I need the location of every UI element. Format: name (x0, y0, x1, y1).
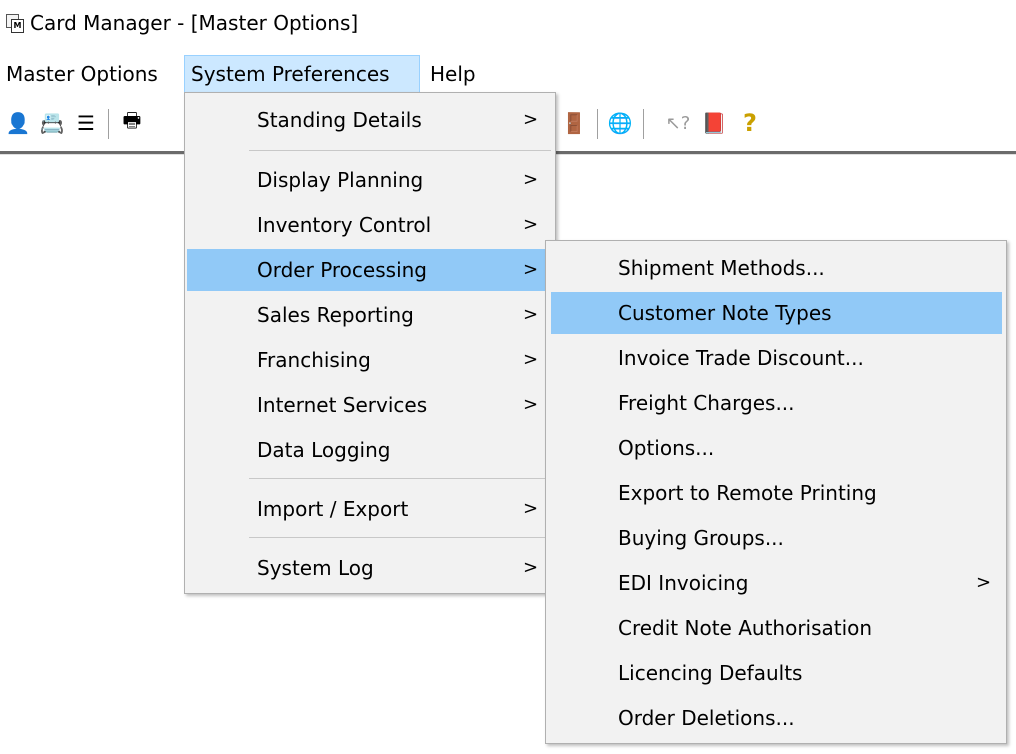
exit-door-icon[interactable]: 🚪 (560, 106, 588, 140)
menu-item-buying-groups[interactable]: Buying Groups... (548, 517, 1004, 559)
menu-item-standing-details[interactable]: Standing Details > (187, 99, 553, 141)
menu-item-data-logging[interactable]: Data Logging (187, 429, 553, 471)
system-preferences-menu: Standing Details > Display Planning > In… (184, 92, 556, 594)
toolbar-separator (108, 109, 112, 139)
chevron-right-icon: > (523, 498, 539, 519)
window-title: Card Manager - [Master Options] (30, 11, 359, 35)
context-help-icon[interactable]: ↖? (660, 106, 696, 140)
menu-item-licencing-defaults[interactable]: Licencing Defaults (548, 652, 1004, 694)
chevron-right-icon: > (523, 214, 539, 235)
toolbar-separator (643, 109, 647, 139)
menu-separator (249, 478, 551, 479)
menu-system-preferences[interactable]: System Preferences (184, 55, 420, 93)
title-bar: M Card Manager - [Master Options] (0, 0, 1016, 46)
menu-item-edi-invoicing[interactable]: EDI Invoicing > (548, 562, 1004, 604)
menu-item-inventory-control[interactable]: Inventory Control > (187, 204, 553, 246)
menu-item-import-export[interactable]: Import / Export > (187, 488, 553, 530)
menu-item-internet-services[interactable]: Internet Services > (187, 384, 553, 426)
menu-item-freight-charges[interactable]: Freight Charges... (548, 382, 1004, 424)
order-processing-submenu: Shipment Methods... Customer Note Types … (545, 240, 1007, 744)
menu-item-order-processing[interactable]: Order Processing > (187, 249, 547, 291)
help-book-icon[interactable]: 📕 (700, 106, 728, 140)
menu-item-customer-note-types[interactable]: Customer Note Types (551, 292, 1002, 334)
menu-master-options[interactable]: Master Options (0, 55, 164, 93)
menu-item-export-to-remote-printing[interactable]: Export to Remote Printing (548, 472, 1004, 514)
menu-item-options[interactable]: Options... (548, 427, 1004, 469)
chevron-right-icon: > (523, 557, 539, 578)
menu-item-display-planning[interactable]: Display Planning > (187, 159, 553, 201)
card-manager-app-icon: M (6, 14, 24, 33)
chevron-right-icon: > (523, 349, 539, 370)
chevron-right-icon: > (523, 304, 539, 325)
menu-bar: Master Options System Preferences Help (0, 55, 1016, 93)
chevron-right-icon: > (523, 109, 539, 130)
toolbar-separator (597, 109, 601, 139)
menu-help[interactable]: Help (424, 55, 482, 93)
globe-icon[interactable]: 🌐 (606, 106, 634, 140)
question-icon[interactable]: ? (736, 106, 764, 140)
menu-item-sales-reporting[interactable]: Sales Reporting > (187, 294, 553, 336)
menu-item-order-deletions[interactable]: Order Deletions... (548, 697, 1004, 739)
chevron-right-icon: > (523, 394, 539, 415)
menu-item-shipment-methods[interactable]: Shipment Methods... (548, 247, 1004, 289)
chevron-right-icon: > (523, 259, 539, 280)
chevron-right-icon: > (523, 169, 539, 190)
menu-separator (249, 537, 551, 538)
user-icon[interactable]: 👤 (4, 106, 32, 140)
menu-item-invoice-trade-discount[interactable]: Invoice Trade Discount... (548, 337, 1004, 379)
chevron-right-icon: > (976, 572, 992, 593)
menu-item-credit-note-authorisation[interactable]: Credit Note Authorisation (548, 607, 1004, 649)
address-book-icon[interactable]: 📇 (38, 106, 66, 140)
menu-item-franchising[interactable]: Franchising > (187, 339, 553, 381)
list-icon[interactable]: ☰ (72, 106, 100, 140)
menu-separator (249, 150, 551, 151)
menu-item-system-log[interactable]: System Log > (187, 547, 553, 589)
printer-icon[interactable]: 🖶 (118, 106, 146, 140)
